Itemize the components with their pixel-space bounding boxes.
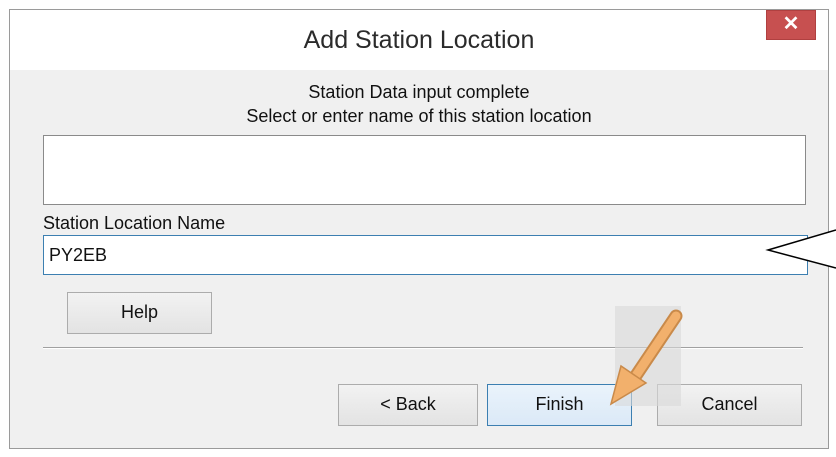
back-button[interactable]: < Back	[338, 384, 478, 426]
dialog-title: Add Station Location	[303, 26, 535, 54]
cancel-button[interactable]: Cancel	[657, 384, 802, 426]
close-button[interactable]: ✕	[766, 10, 816, 40]
status-message: Station Data input complete	[308, 82, 530, 102]
finish-button[interactable]: Finish	[487, 384, 632, 426]
help-button[interactable]: Help	[67, 292, 212, 334]
separator-line	[43, 347, 803, 349]
station-location-name-input[interactable]	[43, 235, 808, 275]
close-icon: ✕	[782, 13, 800, 35]
add-station-location-dialog: Add Station Location ✕ Station Data inpu…	[9, 9, 829, 449]
instruction-message: Select or enter name of this station loc…	[246, 106, 592, 126]
station-location-list[interactable]	[43, 135, 806, 205]
station-location-name-label: Station Location Name	[43, 213, 226, 233]
title-bar: Add Station Location ✕	[10, 10, 828, 70]
